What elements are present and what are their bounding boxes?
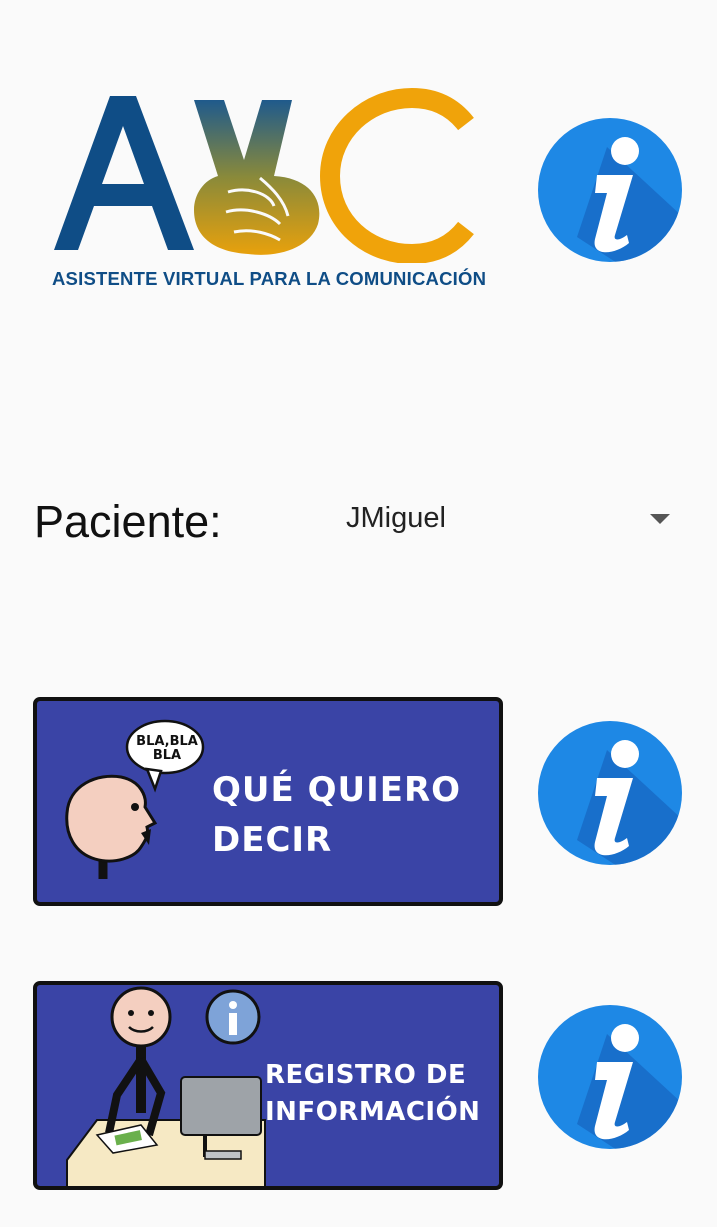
registro-de-informacion-button[interactable]: REGISTRO DE INFORMACIÓN: [33, 981, 503, 1190]
info-icon: [538, 1005, 682, 1149]
info-button-que-quiero-decir[interactable]: [537, 720, 683, 866]
info-icon: [538, 721, 682, 865]
logo-letter-c: [319, 88, 474, 263]
logo-graphic: [54, 88, 474, 263]
speaking-person-icon: [65, 719, 205, 879]
logo-subtitle: ASISTENTE VIRTUAL PARA LA COMUNICACIÓN: [52, 268, 487, 289]
card-title: REGISTRO DE INFORMACIÓN: [265, 1057, 480, 1131]
card-title-line: REGISTRO DE: [265, 1060, 467, 1090]
speech-bubble-text: BLA,BLA BLA: [136, 734, 198, 763]
info-button-app[interactable]: [537, 117, 683, 263]
que-quiero-decir-button[interactable]: BLA,BLA BLA QUÉ QUIERO DECIR: [33, 697, 503, 906]
patient-label: Paciente:: [34, 496, 222, 547]
card-title-line: DECIR: [212, 820, 333, 860]
info-button-registro[interactable]: [537, 1004, 683, 1150]
person-at-computer-icon: [66, 986, 266, 1186]
chevron-down-icon: [650, 514, 670, 524]
card-title: QUÉ QUIERO DECIR: [212, 765, 461, 865]
avc-logo: ASISTENTE VIRTUAL PARA LA COMUNICACIÓN: [48, 88, 486, 298]
card-title-line: INFORMACIÓN: [265, 1097, 481, 1127]
patient-select[interactable]: JMiguel: [334, 494, 684, 548]
card-title-line: QUÉ QUIERO: [212, 770, 462, 810]
info-icon: [538, 118, 682, 262]
patient-selected-value: JMiguel: [346, 502, 446, 534]
